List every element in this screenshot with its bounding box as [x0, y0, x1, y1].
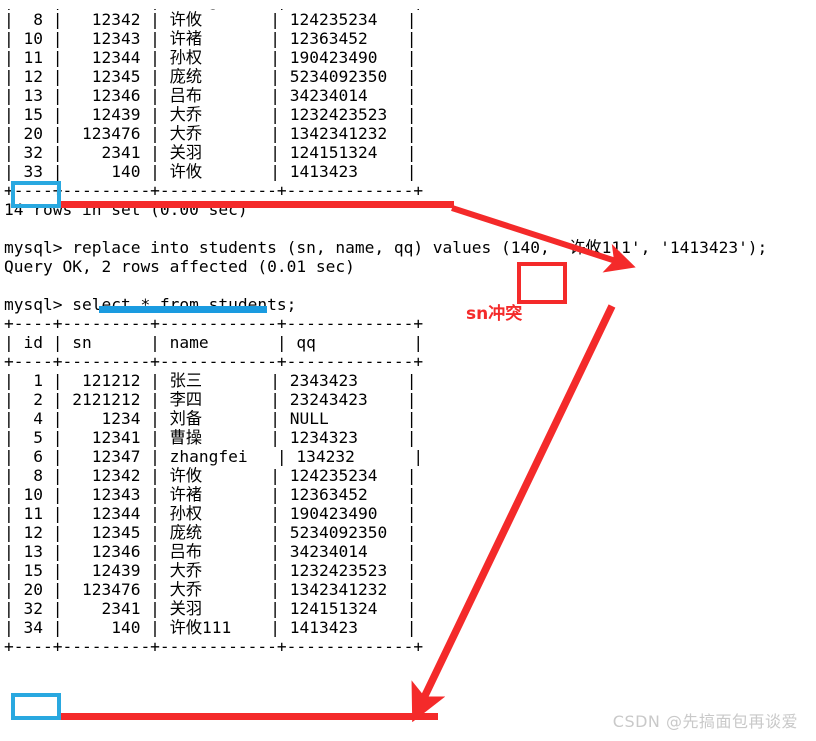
- terminal-line: +----+---------+------------+-----------…: [4, 352, 424, 371]
- terminal-line: +----+---------+------------+-----------…: [4, 181, 424, 200]
- highlight-box-sn-value: [517, 262, 567, 304]
- blue-underline-rows-affected: [99, 306, 267, 313]
- highlight-box-id-33: [11, 181, 61, 208]
- terminal-line: | 12 | 12345 | 庞统 | 5234092350 |: [4, 523, 417, 542]
- terminal-line: | 2 | 2121212 | 李四 | 23243423 |: [4, 390, 417, 409]
- terminal-line: | id | sn | name | qq |: [4, 333, 424, 352]
- terminal-line: | 13 | 12346 | 吕布 | 34234014 |: [4, 542, 417, 561]
- terminal-line: | 8 | 12342 | 许攸 | 124235234 |: [4, 10, 417, 29]
- terminal-line: | 8 | 12342 | 许攸 | 124235234 |: [4, 466, 417, 485]
- terminal-line: | 11 | 12344 | 孙权 | 190423490 |: [4, 48, 417, 67]
- csdn-watermark: CSDN @先搞面包再谈爱: [612, 712, 798, 731]
- terminal-line: Query OK, 2 rows affected (0.01 sec): [4, 257, 355, 276]
- terminal-line: | 10 | 12343 | 许褚 | 12363452 |: [4, 485, 417, 504]
- terminal-line: | 1 | 121212 | 张三 | 2343423 |: [4, 371, 417, 390]
- terminal-line: | 32 | 2341 | 关羽 | 124151324 |: [4, 143, 417, 162]
- terminal-line: | 20 | 123476 | 大乔 | 1342341232 |: [4, 124, 417, 143]
- terminal-line: | 10 | 12343 | 许褚 | 12363452 |: [4, 29, 417, 48]
- terminal-line: | 34 | 140 | 许攸111 | 1413423 |: [4, 618, 417, 637]
- terminal-line: | 5 | 12341 | 曹操 | 1234323 |: [4, 428, 417, 447]
- terminal-line: mysql> replace into students (sn, name, …: [4, 238, 768, 257]
- red-underline-row-33: [61, 201, 454, 208]
- terminal-screenshot: | 6 | 12347 | zhangfei | 134232 || 8 | 1…: [0, 0, 816, 741]
- annotation-label-sn-conflict: sn冲突: [466, 304, 523, 324]
- red-underline-row-34: [61, 713, 438, 720]
- terminal-line: | 11 | 12344 | 孙权 | 190423490 |: [4, 504, 417, 523]
- highlight-box-id-34: [11, 693, 61, 720]
- terminal-line: | 33 | 140 | 许攸 | 1413423 |: [4, 162, 417, 181]
- terminal-line: | 12 | 12345 | 庞统 | 5234092350 |: [4, 67, 417, 86]
- terminal-line: +----+---------+------------+-----------…: [4, 314, 424, 333]
- terminal-line: | 15 | 12439 | 大乔 | 1232423523 |: [4, 561, 417, 580]
- terminal-line: | 20 | 123476 | 大乔 | 1342341232 |: [4, 580, 417, 599]
- terminal-line: +----+---------+------------+-----------…: [4, 637, 424, 656]
- terminal-line: | 4 | 1234 | 刘备 | NULL |: [4, 409, 417, 428]
- terminal-line: | 13 | 12346 | 吕布 | 34234014 |: [4, 86, 417, 105]
- top-edge-clip: [0, 0, 816, 9]
- terminal-line: | 32 | 2341 | 关羽 | 124151324 |: [4, 599, 417, 618]
- terminal-output: | 6 | 12347 | zhangfei | 134232 || 8 | 1…: [4, 0, 767, 656]
- terminal-line: | 6 | 12347 | zhangfei | 134232 |: [4, 447, 424, 466]
- terminal-line: | 15 | 12439 | 大乔 | 1232423523 |: [4, 105, 417, 124]
